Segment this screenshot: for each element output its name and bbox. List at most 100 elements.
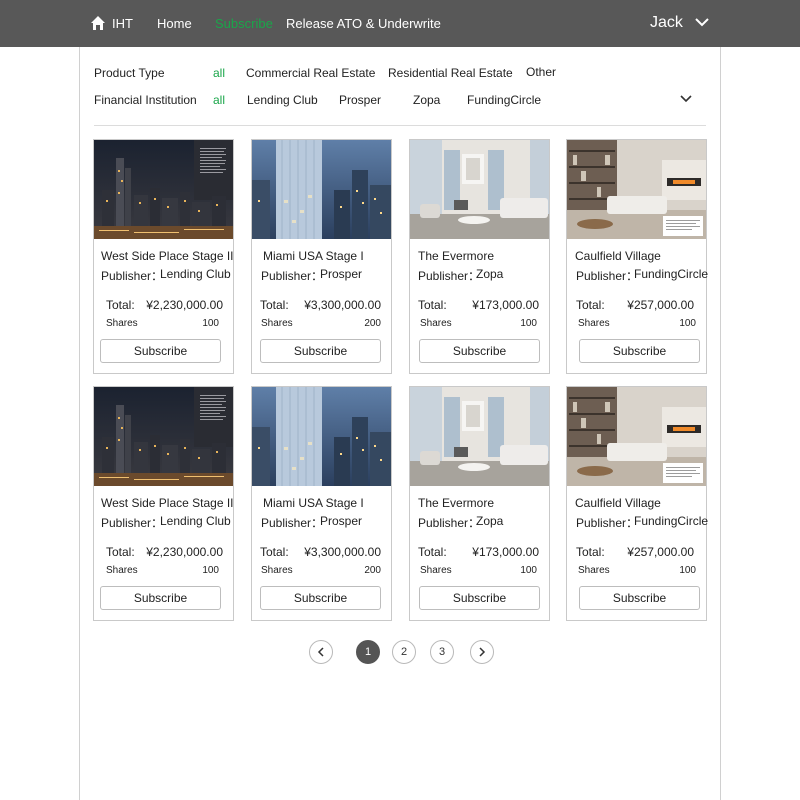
bright-living-room-image [410,387,549,486]
product-title[interactable]: Caulfield Village [575,496,661,510]
total-amount: ¥173,000.00 [472,545,539,559]
brand-name[interactable]: IHT [112,16,133,31]
total-label: Total: [106,545,135,559]
product-card[interactable]: Miami USA Stage I Publisher： Prosper Tot… [251,139,392,374]
product-title[interactable]: The Evermore [418,249,494,263]
content-border-right [720,47,721,800]
chevron-down-icon[interactable] [695,17,709,27]
total-amount: ¥2,230,000.00 [146,298,223,312]
pagination-next-button[interactable] [470,640,494,664]
product-image[interactable] [252,387,391,486]
home-icon[interactable] [90,15,106,31]
publisher-name: Lending Club [160,267,231,281]
product-image[interactable] [567,140,706,239]
filter-option-prosper[interactable]: Prosper [339,93,381,107]
nav-link-home[interactable]: Home [157,16,192,31]
publisher-label: Publisher： [576,269,639,283]
shares-count: 100 [202,318,219,329]
product-card[interactable]: Caulfield Village Publisher： FundingCirc… [566,139,709,374]
shares-count: 200 [364,318,381,329]
lounge-fireplace-image [567,387,706,486]
filter-option-residential-real-estate[interactable]: Residential Real Estate [388,66,513,80]
subscribe-button[interactable]: Subscribe [100,339,221,363]
subscribe-button[interactable]: Subscribe [419,586,540,610]
filter-option-fundingcircle[interactable]: FundingCircle [467,93,541,107]
total-label: Total: [576,545,605,559]
product-card[interactable]: Miami USA Stage I Publisher： Prosper Tot… [251,386,392,621]
total-label: Total: [260,545,289,559]
shares-label: Shares [106,318,138,329]
bright-living-room-image [410,140,549,239]
chevron-right-icon [479,647,486,657]
glass-tower-dusk-image [252,140,391,239]
pagination-prev-button[interactable] [309,640,333,664]
publisher-label: Publisher： [261,516,324,530]
glass-tower-dusk-image [252,387,391,486]
publisher-name: Zopa [476,267,504,281]
pagination-page-1[interactable]: 1 [356,640,380,664]
product-card[interactable]: West Side Place Stage II Publisher： Lend… [93,386,234,621]
product-card[interactable]: Caulfield Village Publisher： FundingCirc… [566,386,708,621]
total-label: Total: [576,298,605,312]
shares-label: Shares [578,565,610,576]
product-image[interactable] [567,387,706,486]
pagination-page-2[interactable]: 2 [392,640,416,664]
total-amount: ¥3,300,000.00 [304,545,381,559]
total-amount: ¥257,000.00 [627,298,694,312]
total-amount: ¥173,000.00 [472,298,539,312]
chevron-down-icon[interactable] [680,94,692,103]
product-image[interactable] [252,140,391,239]
filter-option-commercial-real-estate[interactable]: Commercial Real Estate [246,66,375,80]
filter-option-institution-all[interactable]: all [213,93,225,107]
publisher-name: Prosper [320,267,363,281]
subscribe-button[interactable]: Subscribe [419,339,540,363]
product-card[interactable]: The Evermore Publisher： Zopa Total: ¥173… [409,139,550,374]
product-title[interactable]: Caulfield Village [575,249,661,263]
content-border-left [79,47,80,800]
nav-link-subscribe[interactable]: Subscribe [215,16,273,31]
total-amount: ¥257,000.00 [627,545,694,559]
publisher-name: FundingCircle [634,267,709,281]
filter-option-zopa[interactable]: Zopa [413,93,440,107]
product-image[interactable] [94,140,233,239]
total-label: Total: [418,545,447,559]
product-image[interactable] [94,387,233,486]
product-title[interactable]: West Side Place Stage II [101,496,234,510]
product-image[interactable] [410,387,549,486]
product-card[interactable]: West Side Place Stage II Publisher： Lend… [93,139,234,374]
publisher-name: Zopa [476,514,504,528]
shares-count: 100 [520,565,537,576]
subscribe-button[interactable]: Subscribe [579,586,700,610]
user-name[interactable]: Jack [650,14,683,32]
shares-count: 100 [679,318,696,329]
total-label: Total: [260,298,289,312]
nav-link-release-ato-underwrite[interactable]: Release ATO & Underwrite [286,16,441,31]
filter-option-product-all[interactable]: all [213,66,225,80]
product-card[interactable]: The Evermore Publisher： Zopa Total: ¥173… [409,386,550,621]
product-title[interactable]: Miami USA Stage I [263,496,364,510]
publisher-name: Prosper [320,514,363,528]
shares-count: 200 [364,565,381,576]
shares-count: 100 [679,565,696,576]
night-city-skyline-image [94,140,233,239]
pagination-page-3[interactable]: 3 [430,640,454,664]
product-title[interactable]: The Evermore [418,496,494,510]
shares-label: Shares [261,565,293,576]
subscribe-button[interactable]: Subscribe [579,339,700,363]
shares-label: Shares [106,565,138,576]
shares-label: Shares [578,318,610,329]
product-title[interactable]: Miami USA Stage I [263,249,364,263]
publisher-label: Publisher： [418,269,481,283]
subscribe-button[interactable]: Subscribe [260,339,381,363]
shares-label: Shares [261,318,293,329]
filter-option-other[interactable]: Other [526,65,556,79]
total-amount: ¥3,300,000.00 [304,298,381,312]
top-navigation-bar: IHT Home Subscribe Release ATO & Underwr… [0,0,800,47]
product-title[interactable]: West Side Place Stage II [101,249,234,263]
filter-option-lending-club[interactable]: Lending Club [247,93,318,107]
subscribe-button[interactable]: Subscribe [260,586,381,610]
shares-count: 100 [202,565,219,576]
subscribe-button[interactable]: Subscribe [100,586,221,610]
product-image[interactable] [410,140,549,239]
chevron-left-icon [317,647,324,657]
